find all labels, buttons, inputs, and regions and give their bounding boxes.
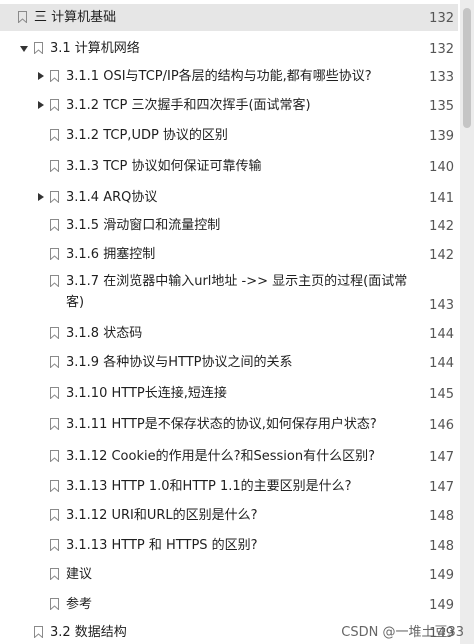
toc-item[interactable]: 3.1.1 OSI与TCP/IP各层的结构与功能,都有哪些协议? 133 bbox=[0, 62, 458, 90]
watermark: CSDN @一堆土豆33 bbox=[341, 625, 464, 640]
bookmark-icon bbox=[50, 219, 59, 231]
scrollbar-thumb[interactable] bbox=[463, 8, 471, 128]
toc-item[interactable]: 建议 149 bbox=[0, 560, 458, 588]
toc-item-label: 3.1.3 TCP 协议如何保证可靠传输 bbox=[66, 159, 262, 174]
toc-item-page-number: 132 bbox=[429, 42, 454, 57]
toc-item-label: 3.1.12 URI和URL的区别是什么? bbox=[66, 508, 258, 523]
toc-item-label: 3.1.10 HTTP长连接,短连接 bbox=[66, 386, 227, 401]
expand-right-icon[interactable] bbox=[38, 193, 44, 201]
bookmark-icon bbox=[50, 480, 59, 492]
toc-panel: 三 计算机基础 132 3.1 计算机网络 132 3.1.1 OSI与TCP/IP各层… bbox=[0, 0, 474, 644]
toc-item-label: 建议 bbox=[66, 567, 93, 582]
toc-item-label: 3.1.11 HTTP是不保存状态的协议,如何保存用户状态? bbox=[66, 417, 377, 432]
toc-item[interactable]: 3.1.13 HTTP 和 HTTPS 的区别? 148 bbox=[0, 530, 458, 560]
toc-item[interactable]: 3.1.10 HTTP长连接,短连接 145 bbox=[0, 377, 458, 409]
toc-item[interactable]: 3.1.8 状态码 144 bbox=[0, 318, 458, 348]
toc-item-page-number: 148 bbox=[429, 539, 454, 554]
bookmark-icon bbox=[50, 598, 59, 610]
bookmark-icon bbox=[50, 129, 59, 141]
toc-item-page-number: 142 bbox=[429, 219, 454, 234]
toc-item[interactable]: 3.1.7 在浏览器中输入url地址 ->> 显示主页的过程(面试常客) 143 bbox=[0, 269, 458, 318]
toc-item-label: 3.1.2 TCP 三次握手和四次挥手(面试常客) bbox=[66, 98, 311, 113]
bookmark-icon bbox=[50, 275, 59, 287]
toc-item-label: 3.1.8 状态码 bbox=[66, 326, 143, 341]
toc-item-label: 三 计算机基础 bbox=[34, 10, 117, 25]
toc-item-label: 3.1.13 HTTP 1.0和HTTP 1.1的主要区别是什么? bbox=[66, 479, 352, 494]
toc-item-page-number: 147 bbox=[429, 450, 454, 465]
toc-item-label: 参考 bbox=[66, 597, 93, 612]
toc-item-page-number: 139 bbox=[429, 129, 454, 144]
bookmark-icon bbox=[50, 70, 59, 82]
toc-item-page-number: 149 bbox=[429, 568, 454, 583]
toc-item-page-number: 132 bbox=[429, 11, 454, 26]
bookmark-icon bbox=[50, 191, 59, 203]
toc-item-label: 3.1.12 Cookie的作用是什么?和Session有什么区别? bbox=[66, 449, 376, 464]
toc-item[interactable]: 3.1.12 Cookie的作用是什么?和Session有什么区别? 147 bbox=[0, 440, 458, 472]
toc-item-label: 3.1.4 ARQ协议 bbox=[66, 190, 158, 205]
bookmark-icon bbox=[50, 568, 59, 580]
toc-item[interactable]: 3.1.2 TCP 三次握手和四次挥手(面试常客) 135 bbox=[0, 90, 458, 121]
toc-item[interactable]: 3.1.12 URI和URL的区别是什么? 148 bbox=[0, 500, 458, 530]
toc-item[interactable]: 3.1 计算机网络 132 bbox=[0, 35, 458, 62]
toc-item-page-number: 146 bbox=[429, 418, 454, 433]
toc-item-label: 3.1.2 TCP,UDP 协议的区别 bbox=[66, 128, 228, 143]
toc-item-page-number: 144 bbox=[429, 327, 454, 342]
toc-item[interactable]: 3.1.6 拥塞控制 142 bbox=[0, 239, 458, 269]
toc-item-page-number: 142 bbox=[429, 248, 454, 263]
bookmark-icon bbox=[50, 99, 59, 111]
bookmark-icon bbox=[50, 160, 59, 172]
toc-item[interactable]: 3.1.9 各种协议与HTTP协议之间的关系 144 bbox=[0, 348, 458, 377]
toc-item-label: 3.1.1 OSI与TCP/IP各层的结构与功能,都有哪些协议? bbox=[66, 69, 372, 84]
toc-item-page-number: 147 bbox=[429, 480, 454, 495]
toc-item-label: 3.1.7 在浏览器中输入url地址 ->> 显示主页的过程(面试常客) bbox=[66, 274, 408, 310]
toc-item-label: 3.1.9 各种协议与HTTP协议之间的关系 bbox=[66, 355, 293, 370]
toc-item[interactable]: 三 计算机基础 132 bbox=[0, 4, 458, 31]
expand-down-icon[interactable] bbox=[20, 46, 28, 52]
toc-item-page-number: 144 bbox=[429, 356, 454, 371]
bookmark-icon bbox=[50, 450, 59, 462]
toc-item[interactable]: 3.1.11 HTTP是不保存状态的协议,如何保存用户状态? 146 bbox=[0, 409, 458, 440]
toc-item[interactable]: 参考 149 bbox=[0, 588, 458, 620]
toc-item-page-number: 149 bbox=[429, 598, 454, 613]
toc-item-page-number: 148 bbox=[429, 509, 454, 524]
toc-item[interactable]: 3.1.5 滑动窗口和流量控制 142 bbox=[0, 211, 458, 239]
toc-item-label: 3.1.5 滑动窗口和流量控制 bbox=[66, 218, 221, 233]
toc-item-label: 3.1 计算机网络 bbox=[50, 41, 140, 56]
bookmark-icon bbox=[50, 356, 59, 368]
bookmark-icon bbox=[50, 387, 59, 399]
bookmark-icon bbox=[50, 418, 59, 430]
toc-item-page-number: 145 bbox=[429, 387, 454, 402]
toc-item-page-number: 135 bbox=[429, 99, 454, 114]
bookmark-icon bbox=[18, 11, 27, 23]
scrollbar-track[interactable] bbox=[460, 0, 474, 644]
bookmark-icon bbox=[50, 509, 59, 521]
bookmark-icon bbox=[50, 327, 59, 339]
bookmark-icon bbox=[50, 248, 59, 260]
toc-item-page-number: 140 bbox=[429, 160, 454, 175]
toc-item-label: 3.1.13 HTTP 和 HTTPS 的区别? bbox=[66, 538, 258, 553]
toc-item[interactable]: 3.1.4 ARQ协议 141 bbox=[0, 183, 458, 211]
expand-right-icon[interactable] bbox=[38, 72, 44, 80]
toc-item-label: 3.1.6 拥塞控制 bbox=[66, 247, 156, 262]
toc-item-page-number: 133 bbox=[429, 70, 454, 85]
toc-item-page-number: 141 bbox=[429, 191, 454, 206]
bookmark-icon bbox=[50, 539, 59, 551]
expand-right-icon[interactable] bbox=[38, 101, 44, 109]
toc-item[interactable]: 3.1.2 TCP,UDP 协议的区别 139 bbox=[0, 121, 458, 149]
toc-item-page-number: 143 bbox=[429, 298, 454, 313]
toc-item[interactable]: 3.1.3 TCP 协议如何保证可靠传输 140 bbox=[0, 149, 458, 183]
toc-item[interactable]: 3.1.13 HTTP 1.0和HTTP 1.1的主要区别是什么? 147 bbox=[0, 472, 458, 500]
bookmark-icon bbox=[34, 42, 43, 54]
bookmark-icon bbox=[34, 626, 43, 638]
